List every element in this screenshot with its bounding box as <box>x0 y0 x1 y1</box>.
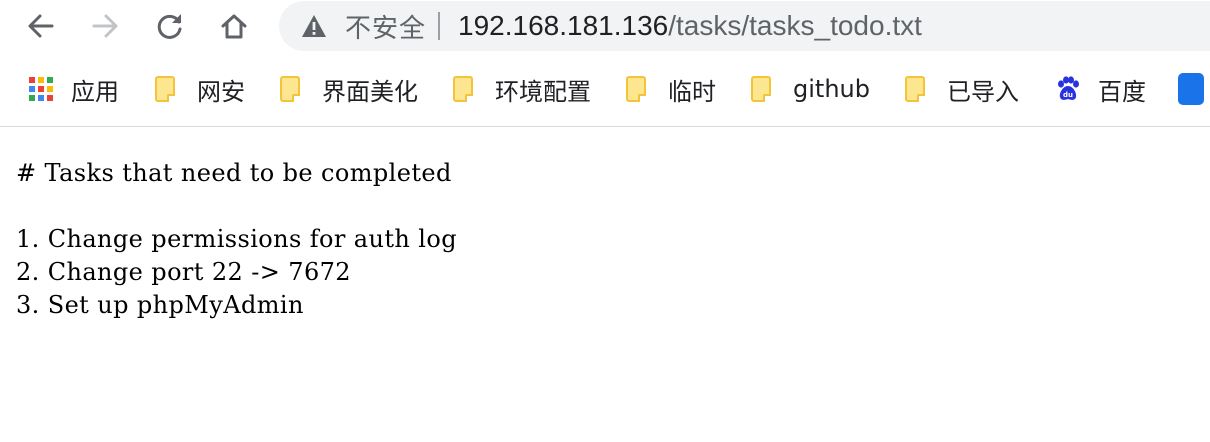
folder-icon <box>280 76 300 102</box>
text-document: # Tasks that need to be completed 1. Cha… <box>0 127 1210 322</box>
task-item: 2. Change port 22 -> 7672 <box>16 258 351 286</box>
bookmark-label: 临时 <box>668 77 716 106</box>
bookmark-label: 应用 <box>71 77 119 106</box>
browser-toolbar: 不安全 192.168.181.136/tasks/tasks_todo.txt <box>0 0 1210 52</box>
folder-icon <box>904 76 925 102</box>
bookmark-label: 百度 <box>1097 77 1146 106</box>
bookmark-label: 网安 <box>197 77 245 106</box>
bookmark-folder-ui[interactable]: 界面美化 <box>280 69 418 109</box>
folder-icon <box>155 76 175 102</box>
home-button[interactable] <box>214 6 254 46</box>
bookmark-folder-env[interactable]: 环境配置 <box>453 69 591 109</box>
bookmark-folder-github[interactable]: github <box>751 69 870 109</box>
task-item: 1. Change permissions for auth log <box>16 225 457 253</box>
omnibox-divider <box>438 12 441 40</box>
bookmark-label: 界面美化 <box>322 77 418 106</box>
reload-icon <box>157 14 182 39</box>
bookmark-label: 已导入 <box>946 77 1019 106</box>
baidu-paw-icon: du <box>1057 76 1079 100</box>
bookmark-overflow-partial[interactable] <box>1177 69 1204 109</box>
bookmark-folder-imported[interactable]: 已导入 <box>904 69 1019 109</box>
warning-triangle-icon[interactable] <box>301 13 327 39</box>
bookmark-folder-wangan[interactable]: 网安 <box>155 69 245 109</box>
arrow-left-icon <box>28 14 54 38</box>
reload-button[interactable] <box>150 6 190 46</box>
forward-button[interactable] <box>85 6 125 46</box>
address-bar[interactable]: 不安全 192.168.181.136/tasks/tasks_todo.txt <box>279 1 1210 51</box>
bookmark-apps[interactable]: 应用 <box>29 69 119 109</box>
bookmark-partial-icon <box>1177 73 1204 105</box>
bookmark-label: github <box>793 75 870 103</box>
task-item: 3. Set up phpMyAdmin <box>16 291 304 319</box>
url-host[interactable]: 192.168.181.136 <box>458 10 668 42</box>
bookmark-label: 环境配置 <box>495 77 591 106</box>
url-path[interactable]: /tasks/tasks_todo.txt <box>668 10 922 42</box>
document-text: # Tasks that need to be completed 1. Cha… <box>16 157 1210 322</box>
security-label[interactable]: 不安全 <box>345 8 426 45</box>
svg-text:du: du <box>1063 91 1073 99</box>
folder-icon <box>751 76 771 102</box>
bookmark-folder-temp[interactable]: 临时 <box>626 69 716 109</box>
arrow-right-icon <box>92 14 118 38</box>
home-icon <box>221 14 247 39</box>
folder-icon <box>453 76 473 102</box>
apps-grid-icon <box>29 77 53 101</box>
folder-icon <box>626 76 646 102</box>
bookmarks-bar: 应用 网安 界面美化 环境配置 临时 github 已导入 du 百度 <box>0 52 1210 127</box>
document-heading: # Tasks that need to be completed <box>16 159 452 187</box>
bookmark-baidu[interactable]: du 百度 <box>1054 69 1146 109</box>
back-button[interactable] <box>21 6 61 46</box>
